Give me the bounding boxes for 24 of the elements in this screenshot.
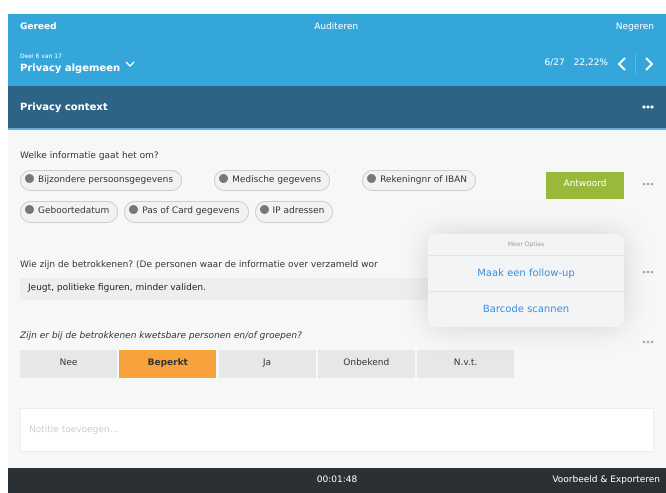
option-chip[interactable]: Bijzondere persoonsgegevens (20, 170, 182, 191)
question-label: Welke informatie gaat het om? (20, 150, 159, 163)
chevron-down-icon[interactable] (124, 60, 135, 68)
option-segment[interactable]: N.v.t. (417, 350, 514, 378)
timer: 00:01:48 (316, 474, 358, 487)
next-icon[interactable] (645, 57, 654, 71)
page-title: Auditeren (314, 21, 358, 34)
option-chip[interactable]: IP adressen (254, 201, 334, 222)
previous-icon[interactable] (617, 57, 626, 71)
option-segment[interactable]: Onbekend (318, 350, 415, 378)
option-chip[interactable]: Medische gegevens (214, 170, 330, 191)
option-segment[interactable]: Nee (20, 350, 117, 378)
question-count: 6/27 (544, 57, 565, 70)
option-segment[interactable]: Ja (218, 350, 316, 378)
preview-export-link[interactable]: Voorbeeld & Exporteren (444, 474, 660, 488)
option-segment[interactable]: Beperkt (119, 350, 216, 378)
more-icon[interactable] (642, 105, 654, 109)
option-chip[interactable]: Geboortedatum (20, 201, 118, 222)
option-chip[interactable]: Pas of Card gegevens (124, 201, 249, 222)
option-chip[interactable]: Rekeningnr of IBAN (362, 170, 476, 191)
section-title: Privacy context (20, 100, 108, 114)
question-label: Wie zijn de betrokkenen? (De personen waar de informatie over verzameld wor (20, 258, 378, 272)
question-label: Zijn er bij de betrokkenen kwetsbare personen en/of groepen? (20, 330, 302, 343)
progress-percent: 22,22% (574, 57, 608, 70)
